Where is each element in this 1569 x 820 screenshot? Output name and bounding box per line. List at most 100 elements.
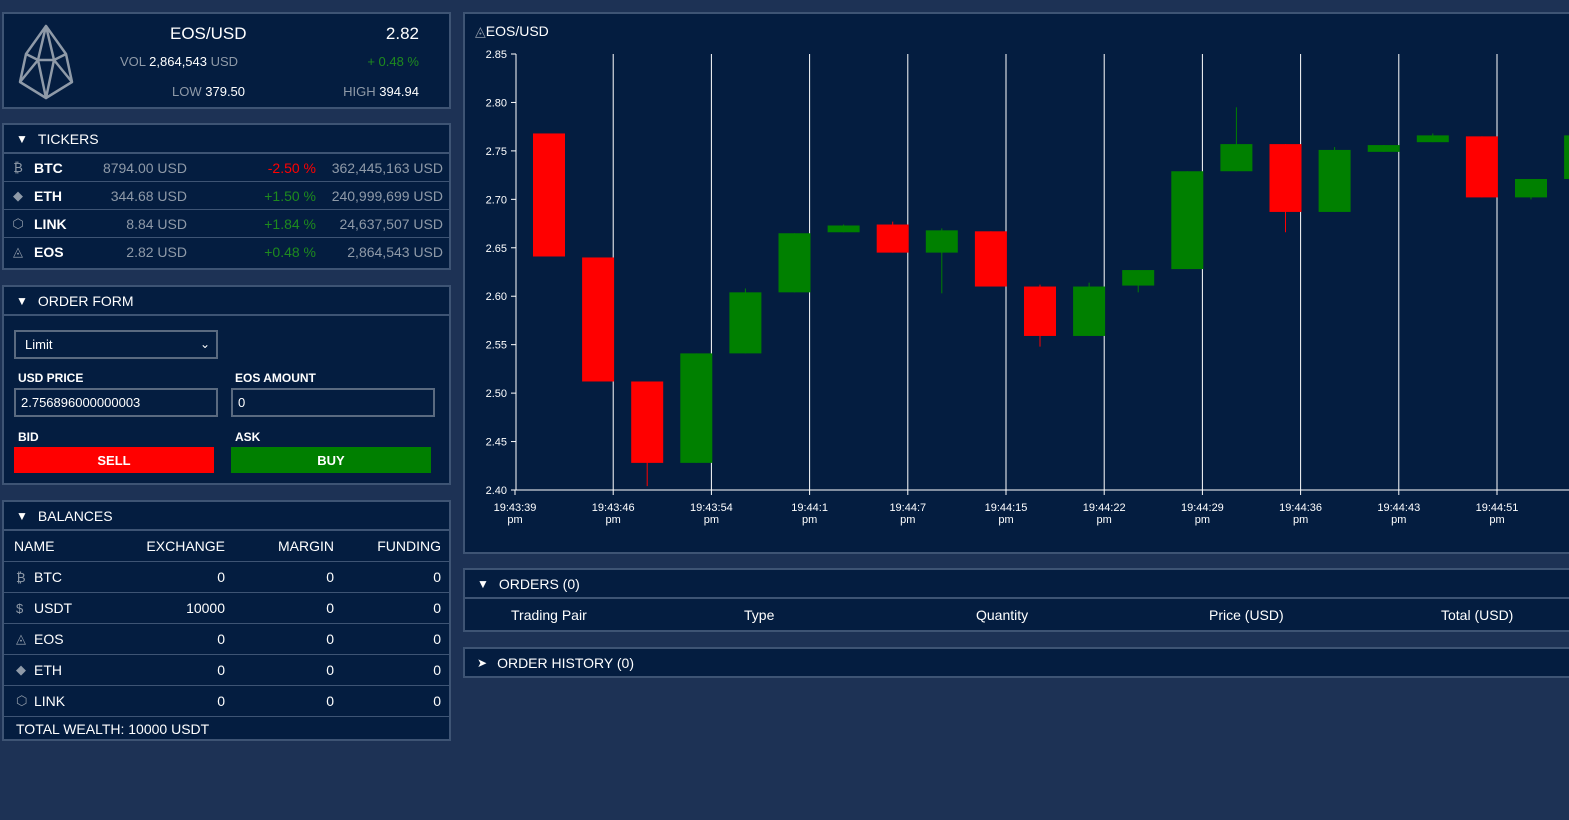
y-tick-label: 2.65: [486, 243, 507, 255]
link-icon: ⬡: [12, 215, 24, 231]
collapse-caret-icon[interactable]: ▼: [16, 294, 28, 308]
y-tick-label: 2.75: [486, 146, 507, 158]
ticker-row-btc[interactable]: ₿ BTC 8794.00 USD -2.50 % 362,445,163 USD: [4, 154, 449, 182]
chart-title-text: EOS/USD: [485, 23, 549, 39]
order-form-header[interactable]: ▼ ORDER FORM: [4, 287, 449, 316]
ticker-change: +1.50 %: [264, 187, 316, 204]
x-tick-label: 19:44:15: [985, 502, 1028, 514]
x-tick-label: 19:43:46: [592, 502, 635, 514]
eos-amount-input[interactable]: 0: [231, 388, 435, 417]
order-form-panel: ▼ ORDER FORM Limit ⌄ USD PRICE EOS AMOUN…: [2, 285, 451, 485]
x-tick-label: 19:44:36: [1279, 502, 1322, 514]
balance-exchange: 0: [217, 693, 225, 709]
collapse-caret-icon[interactable]: ▼: [16, 509, 28, 523]
candle-body: [582, 257, 615, 382]
balance-row-btc: ₿ BTC 0 0 0: [4, 562, 449, 593]
balances-column-headers: NAME EXCHANGE MARGIN FUNDING: [4, 531, 449, 562]
x-tick-suffix: pm: [507, 514, 522, 526]
x-tick-suffix: pm: [1391, 514, 1406, 526]
tickers-title: TICKERS: [37, 130, 99, 147]
x-tick-suffix: pm: [1097, 514, 1112, 526]
eos-logo-icon: [18, 24, 74, 100]
eos-icon: ◬: [13, 244, 23, 259]
ticker-price: 344.68 USD: [110, 187, 187, 204]
collapse-caret-icon[interactable]: ▼: [16, 132, 28, 146]
x-tick-label: 19:44:43: [1377, 502, 1420, 514]
ticker-change: -2.50 %: [267, 159, 316, 176]
balance-funding: 0: [433, 600, 441, 616]
ticker-price: 8794.00 USD: [102, 159, 187, 176]
col-price: Price (USD): [1209, 607, 1284, 623]
balance-name: BTC: [34, 569, 62, 585]
usd-price-input[interactable]: 2.756896000000003: [14, 388, 218, 417]
candlestick-chart[interactable]: 2.85 2.80 2.75 2.70 2.65 2.60 2.55 2.50 2.45 2.40…: [465, 14, 1569, 552]
ticker-volume: 24,637,507 USD: [339, 215, 443, 232]
chart-title: ◬EOS/USD: [475, 23, 549, 40]
col-funding-header: FUNDING: [377, 538, 441, 554]
x-tick-suffix: pm: [704, 514, 719, 526]
orders-header[interactable]: ▼ ORDERS (0): [465, 570, 1569, 599]
x-tick-suffix: pm: [1489, 514, 1504, 526]
vol-unit: USD: [210, 54, 239, 69]
market-summary-panel: EOS/USD 2.82 VOL 2,864,543 USD + 0.48 % …: [2, 12, 451, 109]
low-readout: LOW 379.50: [172, 84, 245, 99]
col-trading-pair: Trading Pair: [511, 607, 587, 623]
chevron-down-icon: ⌄: [199, 337, 210, 351]
order-type-value: Limit: [25, 337, 53, 352]
link-icon: ⬡: [16, 693, 28, 708]
daily-change: + 0.48 %: [367, 54, 419, 69]
orders-title: ORDERS (0): [498, 575, 580, 592]
balances-panel: ▼ BALANCES NAME EXCHANGE MARGIN FUNDING …: [2, 500, 451, 741]
candle-body: [533, 133, 565, 257]
balance-name: LINK: [34, 693, 66, 709]
tickers-header[interactable]: ▼ TICKERS: [4, 125, 449, 154]
y-tick-label: 2.60: [486, 291, 507, 303]
ticker-row-link[interactable]: ⬡ LINK 8.84 USD +1.84 % 24,637,507 USD: [4, 210, 449, 238]
candle-body: [1465, 136, 1498, 198]
collapse-caret-icon[interactable]: ▼: [477, 577, 489, 591]
x-tick-label: 19:44:51: [1476, 502, 1519, 514]
balance-funding: 0: [433, 569, 441, 585]
balance-margin: 0: [326, 569, 334, 585]
vol-label: VOL: [120, 54, 146, 69]
vol-value: 2,864,543: [149, 54, 207, 69]
candle-body: [1367, 145, 1400, 152]
ticker-symbol: BTC: [34, 159, 63, 176]
low-value: 379.50: [205, 84, 246, 99]
y-tick-label: 2.40: [486, 485, 507, 497]
order-history-header[interactable]: ➤ ORDER HISTORY (0): [465, 649, 1569, 676]
eos-icon: ◬: [16, 631, 26, 646]
x-tick-suffix: pm: [998, 514, 1013, 526]
candle-body: [1515, 178, 1547, 198]
balance-row-eos: ◬ EOS 0 0 0: [4, 624, 449, 655]
y-tick-label: 2.45: [486, 437, 507, 449]
ticker-row-eth[interactable]: ◆ ETH 344.68 USD +1.50 % 240,999,699 USD: [4, 182, 449, 210]
sell-button[interactable]: SELL: [14, 447, 214, 473]
x-tick-suffix: pm: [1293, 514, 1308, 526]
order-history-panel: ➤ ORDER HISTORY (0): [463, 647, 1569, 678]
price-chart-panel: 2.85 2.80 2.75 2.70 2.65 2.60 2.55 2.50 2.45 2.40…: [463, 12, 1569, 554]
orders-column-headers: Trading Pair Type Quantity Price (USD) T…: [465, 599, 1569, 630]
high-readout: HIGH 394.94: [343, 84, 419, 99]
high-label: HIGH: [343, 84, 376, 99]
balance-exchange: 0: [217, 662, 225, 678]
candle-body: [631, 381, 664, 463]
order-type-select[interactable]: Limit ⌄: [14, 330, 218, 359]
col-margin-header: MARGIN: [278, 538, 334, 554]
ticker-volume: 2,864,543 USD: [347, 244, 443, 260]
candle-body: [876, 224, 909, 253]
last-price: 2.82: [385, 24, 419, 43]
order-history-title: ORDER HISTORY (0): [497, 654, 634, 671]
balance-name: USDT: [34, 600, 73, 616]
buy-button[interactable]: BUY: [231, 447, 431, 473]
total-wealth: TOTAL WEALTH: 10000 USDT: [16, 721, 210, 737]
x-tick-label: 19:44:1: [791, 502, 828, 514]
expand-caret-icon[interactable]: ➤: [477, 656, 487, 670]
x-tick-suffix: pm: [1195, 514, 1210, 526]
usdt-icon: $: [16, 600, 24, 616]
candle-body: [974, 231, 1007, 287]
ticker-row-eos[interactable]: ◬ EOS 2.82 USD +0.48 % 2,864,543 USD: [4, 238, 449, 266]
balance-row-link: ⬡ LINK 0 0 0: [4, 686, 449, 717]
candle-body: [925, 230, 958, 253]
balances-header[interactable]: ▼ BALANCES: [4, 502, 449, 531]
